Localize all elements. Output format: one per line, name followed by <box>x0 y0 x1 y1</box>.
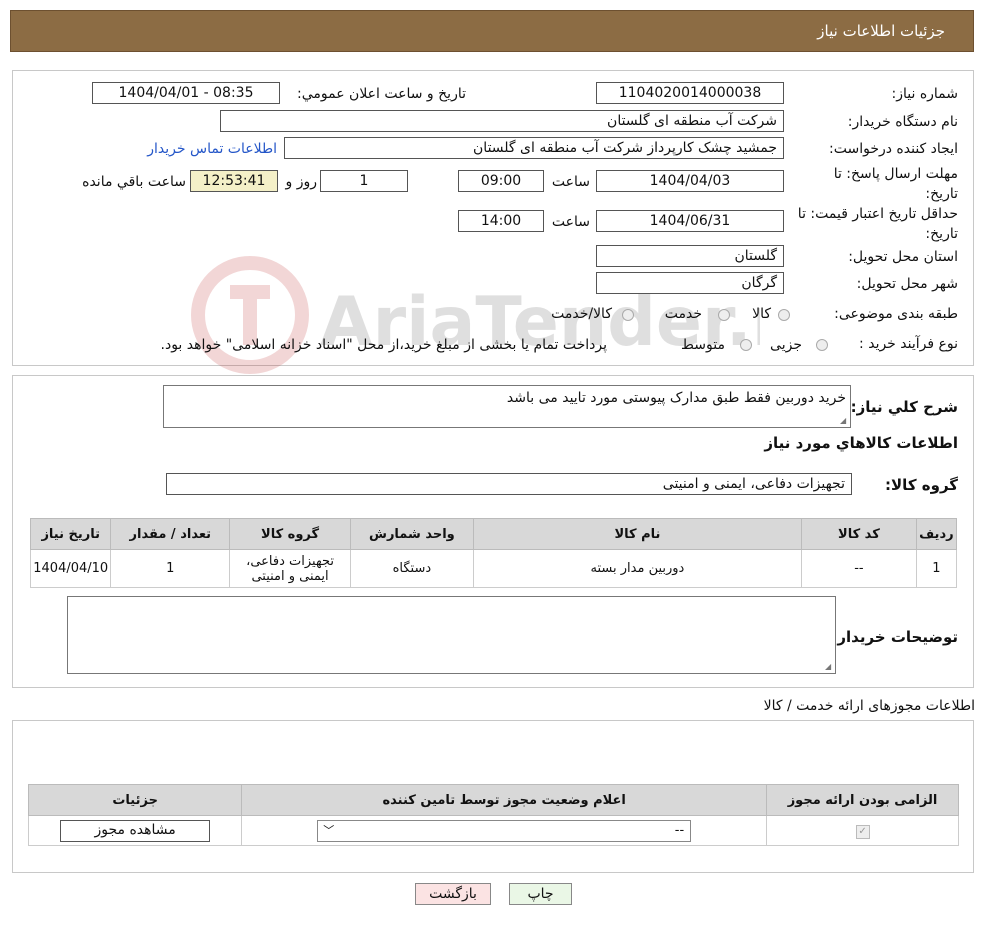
remaining-time-field: 12:53:41 <box>190 170 278 192</box>
summary-label: شرح کلي نياز: <box>850 398 958 416</box>
col-row: رديف <box>915 518 958 550</box>
deadline-date-field: 1404/04/03 <box>596 170 784 192</box>
goods-group-label: گروه کالا: <box>885 476 958 494</box>
deadline-time-field: 09:00 <box>458 170 544 192</box>
cell-view-permit: مشاهده مجوز <box>27 815 243 846</box>
goods-table: تاريخ نياز تعداد / مقدار گروه کالا واحد … <box>29 518 958 588</box>
col-tedad: تعداد / مقدار <box>110 518 231 550</box>
remaining-label: ساعت باقي مانده <box>82 174 186 190</box>
col-code: کد کالا <box>801 518 917 550</box>
summary-text: خرید دوربین فقط طبق مدارک پیوستی مورد تا… <box>506 390 846 406</box>
price-validity-date-field: 1404/06/31 <box>596 210 784 232</box>
buyer-notes-label: توضيحات خريدار: <box>831 628 958 646</box>
cell-required: ✓ <box>766 815 959 846</box>
goods-table-header: تاريخ نياز تعداد / مقدار گروه کالا واحد … <box>29 518 958 550</box>
col-required: الزامی بودن ارائه مجوز <box>766 784 959 816</box>
permit-status-value: -- <box>674 822 685 838</box>
col-unit: واحد شمارش <box>349 518 474 550</box>
days-field: 1 <box>320 170 408 192</box>
cell-group: تجهیزات دفاعی، ایمنی و امنیتی <box>229 549 351 588</box>
chevron-down-icon: ﹀ <box>323 823 335 837</box>
cell-qty: 1 <box>110 549 231 588</box>
table-row: مشاهده مجوز -- ﹀ ✓ <box>27 815 959 846</box>
goods-group-field: تجهیزات دفاعی، ایمنی و امنیتی <box>166 473 852 495</box>
cell-row: 1 <box>915 549 958 588</box>
price-validity-time-field: 14:00 <box>458 210 544 232</box>
print-button[interactable]: چاپ <box>509 883 572 905</box>
goods-section-title: اطلاعات کالاهاي مورد نياز <box>764 434 958 452</box>
category-option-goods-service: کالا/خدمت <box>551 306 612 322</box>
required-checkbox[interactable]: ✓ <box>855 824 870 839</box>
process-radio-minor[interactable] <box>816 339 828 351</box>
cell-unit: دستگاه <box>349 549 474 588</box>
table-row: 1404/04/10 1 تجهیزات دفاعی، ایمنی و امنی… <box>29 549 958 588</box>
deadline-time-label: ساعت <box>551 174 590 190</box>
city-field: گرگان <box>596 272 784 294</box>
days-label: روز و <box>285 174 318 190</box>
buyer-contact-link[interactable]: اطلاعات تماس خریدار <box>147 141 277 157</box>
need-number-field: 1104020014000038 <box>596 82 784 104</box>
col-group: گروه کالا <box>229 518 351 550</box>
price-validity-label: حداقل تاریخ اعتبار قیمت: تا تاریخ: <box>797 206 958 242</box>
province-field: گلستان <box>596 245 784 267</box>
col-name: نام کالا <box>472 518 803 550</box>
announce-field: 1404/04/01 - 08:35 <box>92 82 280 104</box>
permit-status-select[interactable]: -- ﹀ <box>317 819 692 842</box>
col-status: اعلام وضعیت مجوز توسط تامین کننده <box>241 784 768 816</box>
category-label: طبقه بندی موضوعی: <box>834 306 958 322</box>
category-radio-goods[interactable] <box>778 309 790 321</box>
process-option-minor: جزیی <box>770 337 802 353</box>
view-permit-button[interactable]: مشاهده مجوز <box>60 819 211 842</box>
category-radio-goods-service[interactable] <box>622 309 634 321</box>
buyer-notes-textarea[interactable]: ◢ <box>67 596 836 674</box>
permits-table-header: جزئیات اعلام وضعیت مجوز توسط تامین کننده… <box>27 784 959 816</box>
announce-label: تاریخ و ساعت اعلان عمومي: <box>297 86 466 102</box>
deadline-label: مهلت ارسال پاسخ: تا تاریخ: <box>833 166 958 202</box>
buyer-org-field: شرکت آب منطقه ای گلستان <box>220 110 784 132</box>
permits-title: اطلاعات مجوزهای ارائه خدمت / کالا <box>763 698 975 714</box>
col-details: جزئیات <box>27 784 243 816</box>
city-label: شهر محل تحویل: <box>856 276 958 292</box>
permits-table: جزئیات اعلام وضعیت مجوز توسط تامین کننده… <box>27 784 959 846</box>
cell-date: 1404/04/10 <box>29 549 112 588</box>
price-validity-time-label: ساعت <box>551 214 590 230</box>
process-radio-medium[interactable] <box>740 339 752 351</box>
page-title: جزئیات اطلاعات نیاز <box>817 22 945 40</box>
summary-textarea[interactable]: خرید دوربین فقط طبق مدارک پیوستی مورد تا… <box>163 385 851 428</box>
need-number-label: شماره نیاز: <box>891 86 959 102</box>
category-radio-service[interactable] <box>718 309 730 321</box>
cell-name: دوربین مدار بسته <box>472 549 803 588</box>
province-label: استان محل تحویل: <box>848 249 958 265</box>
category-option-service: خدمت <box>664 306 702 322</box>
process-note: پرداخت تمام یا بخشی از مبلغ خرید،از محل … <box>160 337 607 353</box>
resize-grip-icon[interactable]: ◢ <box>825 663 833 671</box>
cell-status-select: -- ﹀ <box>241 815 768 846</box>
buyer-org-label: نام دستگاه خريدار: <box>847 114 958 130</box>
category-option-goods: کالا <box>752 306 771 322</box>
col-tarikh: تاريخ نياز <box>29 518 112 550</box>
requester-label: ایجاد کننده درخواست: <box>829 141 958 157</box>
requester-field: جمشید چشک کارپرداز شرکت آب منطقه ای گلست… <box>284 137 784 159</box>
process-option-medium: متوسط <box>681 337 725 353</box>
resize-grip-icon[interactable]: ◢ <box>840 417 848 425</box>
page-header: جزئیات اطلاعات نیاز <box>10 10 974 52</box>
cell-code: -- <box>801 549 917 588</box>
process-label: نوع فرآیند خرید : <box>859 336 958 352</box>
back-button[interactable]: بازگشت <box>415 883 491 905</box>
